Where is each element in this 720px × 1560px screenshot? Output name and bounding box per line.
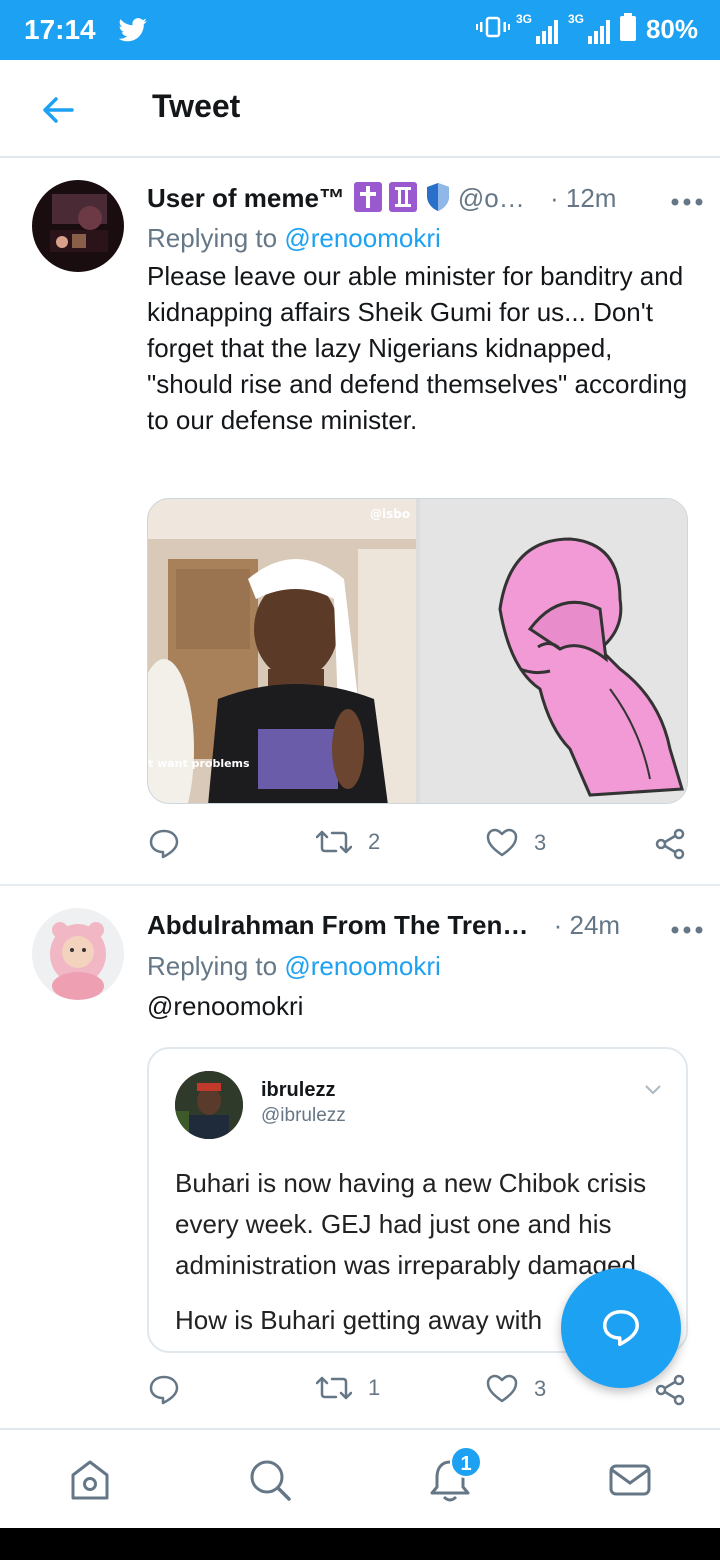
- compose-reply-button[interactable]: [561, 1268, 681, 1388]
- tweet-time: · 12m: [550, 183, 617, 213]
- vibrate-icon: [475, 15, 510, 44]
- reply-button[interactable]: [148, 828, 180, 860]
- battery-percent: 80%: [645, 13, 698, 44]
- avatar-user-of-meme[interactable]: [32, 180, 124, 272]
- heart-icon: [486, 1374, 518, 1403]
- reply-icon: [149, 829, 179, 859]
- like-button[interactable]: 3: [486, 828, 546, 858]
- like-button[interactable]: 3: [486, 1374, 546, 1404]
- quoted-handle: @ibrulezz: [261, 1105, 346, 1126]
- status-bar: 17:14 3G 3G 80%: [0, 0, 720, 60]
- bottom-navigation: 1: [0, 1428, 720, 1528]
- more-options-icon[interactable]: [670, 186, 704, 214]
- share-icon: [655, 1374, 685, 1406]
- reply-icon: [149, 1375, 179, 1405]
- notification-badge: 1: [450, 1446, 482, 1478]
- media-caption: t want problems: [148, 757, 250, 770]
- signal-icon-2: 3G: [568, 12, 614, 46]
- tweet-text-mention[interactable]: @renoomokri: [147, 988, 692, 1024]
- replying-to-link[interactable]: @renoomokri: [284, 951, 440, 981]
- shield-badge-icon: [425, 182, 451, 219]
- retweet-button[interactable]: 1: [316, 1374, 380, 1402]
- replying-prefix: Replying to: [147, 951, 278, 981]
- signal-label-1: 3G: [515, 12, 532, 26]
- signal-icon-1: 3G: [516, 12, 562, 46]
- share-button[interactable]: [654, 828, 686, 860]
- reply-bubble-icon: [603, 1310, 639, 1346]
- battery-icon: [619, 12, 636, 46]
- top-app-bar: Tweet: [0, 60, 720, 158]
- tweet-header: User of meme™ @o… · 12m: [147, 182, 700, 218]
- quoted-avatar: [175, 1071, 243, 1139]
- retweet-button[interactable]: 2: [316, 828, 380, 856]
- retweet-icon: [316, 1376, 352, 1400]
- page-title: Tweet: [152, 88, 241, 124]
- display-name[interactable]: User of meme™: [147, 183, 345, 213]
- tweet-header: Abdulrahman From The Tren… · 24m: [147, 910, 700, 946]
- more-options-icon[interactable]: [670, 914, 704, 942]
- media-image-right[interactable]: @isbo: [370, 499, 687, 803]
- replying-prefix: Replying to: [147, 223, 278, 253]
- gemini-badge-icon: [389, 182, 418, 219]
- media-image-left[interactable]: t want problems: [148, 499, 416, 803]
- avatar-abdulrahman[interactable]: [32, 908, 124, 1000]
- quoted-name: ibrulezz: [261, 1079, 336, 1101]
- chevron-down-icon: [644, 1083, 662, 1101]
- media-watermark: @isbo: [370, 507, 411, 521]
- tweet-actions: 2 3: [0, 828, 720, 868]
- cross-badge-icon: [354, 182, 383, 219]
- messages-icon[interactable]: [606, 1456, 654, 1504]
- search-icon[interactable]: [246, 1456, 294, 1504]
- reply-button[interactable]: [148, 1374, 180, 1406]
- like-count: 3: [534, 830, 547, 855]
- status-indicators: 3G 3G 80%: [475, 12, 698, 46]
- home-icon[interactable]: [66, 1456, 114, 1504]
- like-count: 3: [534, 1376, 547, 1401]
- system-navigation-bar: [0, 1528, 720, 1560]
- retweet-count: 2: [368, 829, 381, 854]
- replying-to-link[interactable]: @renoomokri: [284, 223, 440, 253]
- retweet-count: 1: [368, 1375, 381, 1400]
- display-name[interactable]: Abdulrahman From The Tren…: [147, 910, 528, 940]
- replying-to-line: Replying to @renoomokri: [147, 948, 692, 984]
- tweet-time: · 24m: [553, 910, 621, 940]
- replying-to-line: Replying to @renoomokri: [147, 220, 692, 256]
- share-button[interactable]: [654, 1374, 686, 1406]
- tweet-media[interactable]: t want problems @isbo: [147, 498, 688, 804]
- retweet-icon: [316, 830, 352, 854]
- signal-label-2: 3G: [567, 12, 584, 26]
- tweet-text: Please leave our able minister for bandi…: [147, 261, 688, 435]
- quoted-text-body: Buhari is now having a new Chibok crisis…: [175, 1168, 647, 1280]
- status-time: 17:14: [24, 14, 96, 45]
- heart-icon: [486, 828, 518, 857]
- share-icon: [655, 828, 685, 860]
- back-arrow-icon[interactable]: [38, 90, 78, 130]
- user-handle[interactable]: @o…: [458, 183, 525, 213]
- twitter-bird-icon: [118, 18, 148, 47]
